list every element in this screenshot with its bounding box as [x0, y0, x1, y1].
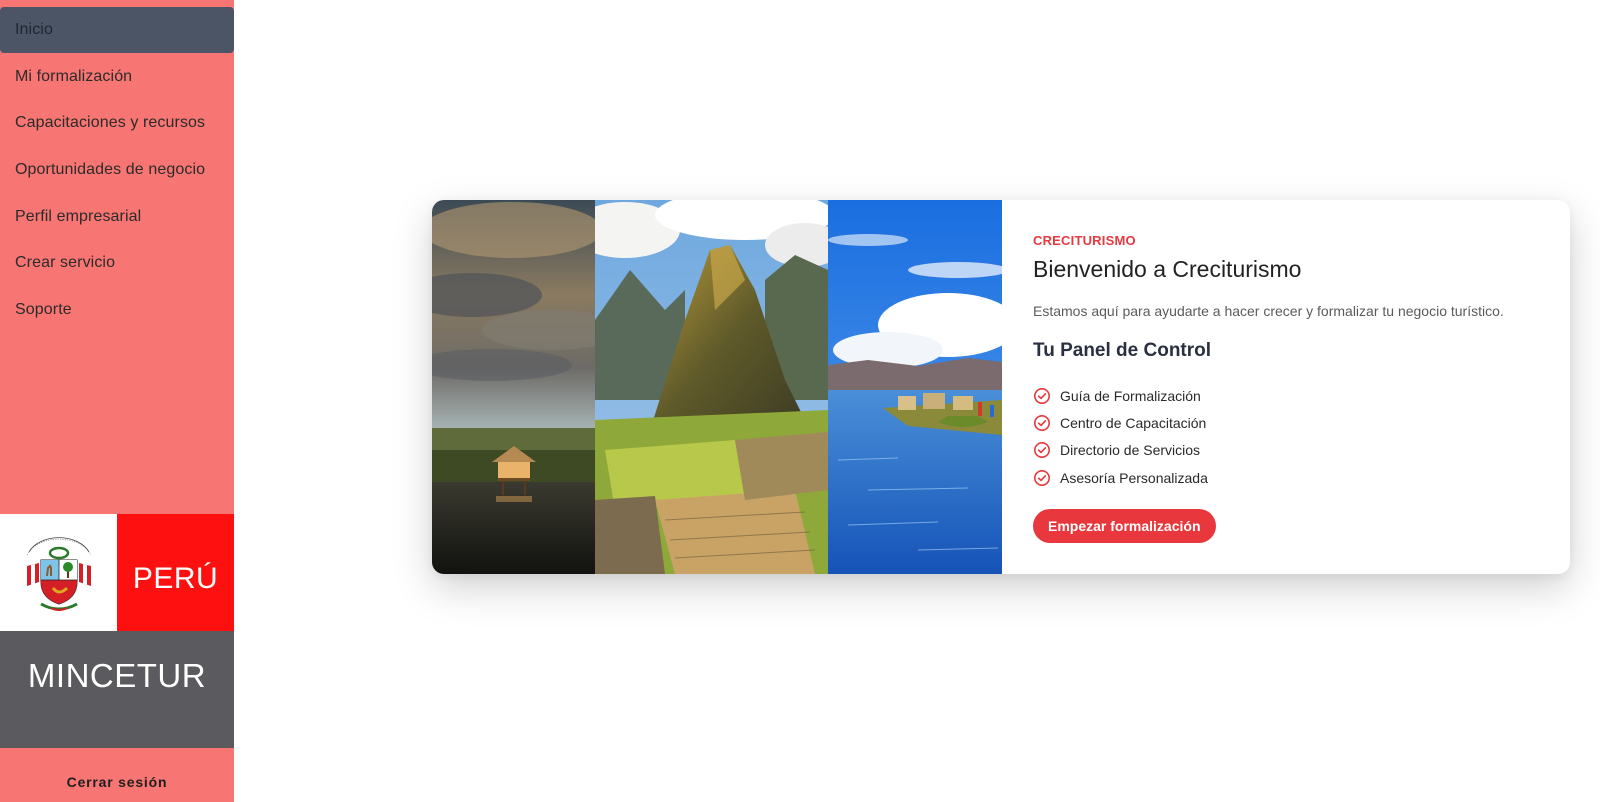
feature-label: Asesoría Personalizada	[1060, 469, 1208, 486]
check-circle-icon	[1033, 469, 1051, 487]
welcome-title: Bienvenido a Creciturismo	[1033, 256, 1302, 282]
coat-of-arms-panel	[0, 514, 117, 631]
peru-government-logo: PERÚ	[0, 514, 234, 631]
sidebar-nav: Inicio Mi formalización Capacitaciones y…	[0, 7, 234, 334]
check-circle-icon	[1033, 414, 1051, 432]
sidebar-item-label: Soporte	[15, 301, 72, 319]
brand-eyebrow: CRECITURISMO	[1033, 233, 1136, 248]
lake-titicaca-photo	[828, 200, 1002, 574]
amazon-lodge-photo	[432, 200, 595, 574]
feature-label: Directorio de Servicios	[1060, 442, 1201, 459]
welcome-description: Estamos aquí para ayudarte a hacer crece…	[1033, 303, 1504, 319]
sidebar-item-capacitaciones[interactable]: Capacitaciones y recursos	[0, 100, 234, 146]
sidebar-item-mi-formalizacion[interactable]: Mi formalización	[0, 54, 234, 100]
country-label: PERÚ	[132, 561, 219, 595]
ministry-label: MINCETUR	[27, 657, 207, 694]
sidebar-item-label: Capacitaciones y recursos	[15, 114, 206, 132]
sidebar-item-perfil[interactable]: Perfil empresarial	[0, 194, 234, 240]
welcome-content: CRECITURISMO Bienvenido a Creciturismo E…	[1033, 200, 1553, 574]
sidebar-item-label: Inicio	[15, 21, 53, 38]
welcome-card: CRECITURISMO Bienvenido a Creciturismo E…	[432, 200, 1570, 574]
list-item: Asesoría Personalizada	[1033, 464, 1208, 491]
sidebar-item-label: Oportunidades de negocio	[15, 161, 206, 179]
country-panel: PERÚ	[117, 514, 234, 631]
start-formalization-button[interactable]: Empezar formalización	[1033, 509, 1216, 543]
check-circle-icon	[1033, 387, 1051, 405]
list-item: Centro de Capacitación	[1033, 409, 1208, 436]
sidebar-item-soporte[interactable]: Soporte	[0, 287, 234, 333]
feature-list: Guía de Formalización Centro de Capacita…	[1033, 382, 1208, 491]
logout-label: Cerrar sesión	[66, 774, 168, 790]
sidebar-item-oportunidades[interactable]: Oportunidades de negocio	[0, 147, 234, 193]
list-item: Directorio de Servicios	[1033, 437, 1208, 464]
feature-label: Centro de Capacitación	[1060, 414, 1207, 431]
sidebar-item-label: Mi formalización	[15, 67, 133, 85]
sidebar-item-label: Perfil empresarial	[15, 207, 142, 225]
feature-label: Guía de Formalización	[1060, 387, 1201, 404]
photo-collage	[432, 200, 1002, 574]
check-circle-icon	[1033, 441, 1051, 459]
logout-button[interactable]: Cerrar sesión	[0, 748, 234, 802]
sidebar-item-label: Crear servicio	[15, 254, 116, 272]
sidebar-item-crear-servicio[interactable]: Crear servicio	[0, 240, 234, 286]
sidebar: Inicio Mi formalización Capacitaciones y…	[0, 0, 234, 802]
panel-title: Tu Panel de Control	[1033, 340, 1212, 361]
ministry-panel: MINCETUR	[0, 631, 234, 748]
sidebar-item-inicio[interactable]: Inicio	[0, 7, 234, 53]
list-item: Guía de Formalización	[1033, 382, 1208, 409]
coat-of-arms-icon	[26, 536, 91, 611]
machu-picchu-photo	[595, 200, 828, 574]
